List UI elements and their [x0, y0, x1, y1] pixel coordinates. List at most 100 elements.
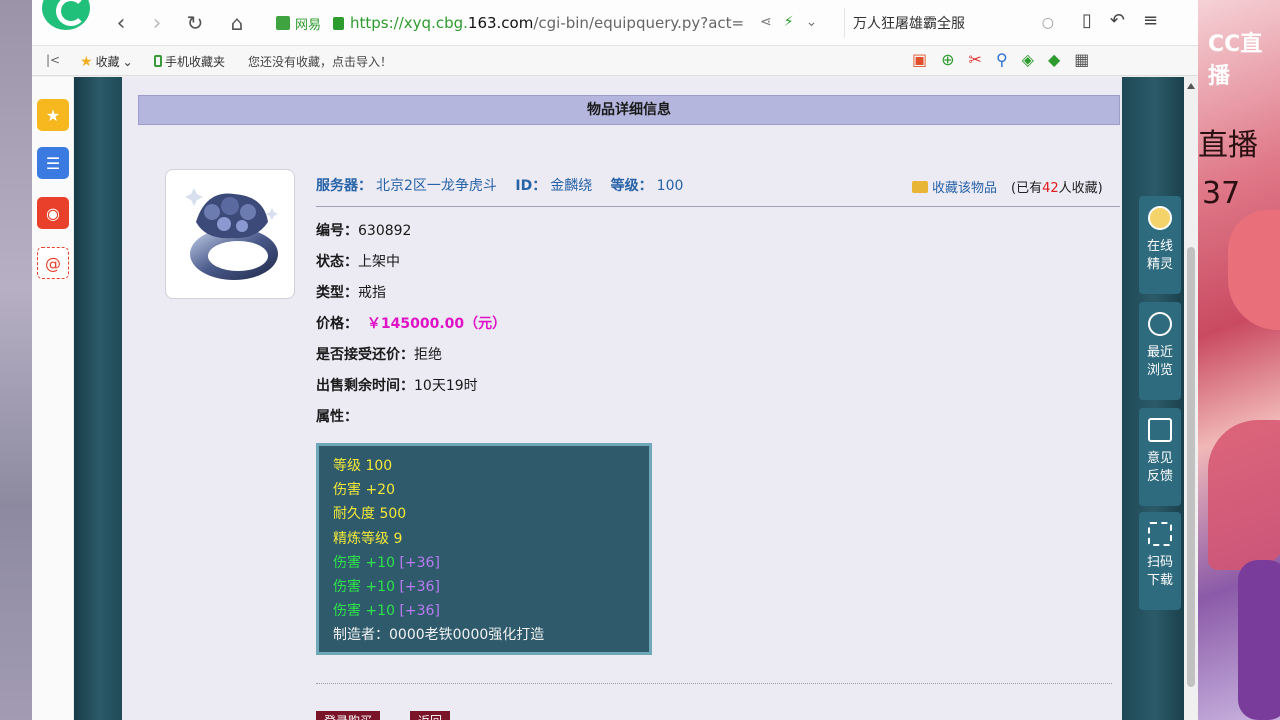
back-icon[interactable]: ‹ — [108, 10, 134, 36]
mail-icon[interactable]: @ — [37, 247, 69, 279]
favorite-item-area: 收藏该物品 (已有42人收藏) — [912, 177, 1103, 196]
feedback-label: 意见反馈 — [1146, 451, 1173, 484]
level-label: 等级： — [610, 178, 653, 194]
favorites-star-icon[interactable]: ★ — [37, 99, 69, 131]
attr-line: 伤害 +20 — [333, 482, 395, 499]
address-bar: ‹ › ↻ ⌂ 网易 https://xyq.cbg.163.com/cgi-b… — [32, 0, 1198, 46]
shield-icon[interactable]: ◆ — [1048, 50, 1060, 69]
id-value: 金麟绕 — [550, 178, 593, 194]
search-text: 万人狂屠雄霸全服 — [853, 16, 965, 32]
divider — [316, 206, 1120, 207]
undo-icon[interactable]: ↶ — [1110, 10, 1125, 31]
calendar-icon[interactable]: ▣ — [912, 50, 927, 69]
gamepad-icon[interactable]: ◈ — [1022, 50, 1034, 69]
server-label: 服务器： — [316, 178, 372, 194]
refresh-icon[interactable]: ↻ — [182, 10, 208, 36]
news-icon[interactable]: ☰ — [37, 147, 69, 179]
collapse-sidebar-icon[interactable]: |< — [46, 53, 60, 67]
favorites-button[interactable]: ★ 收藏 ⌄ — [80, 53, 133, 70]
server-info: 服务器： 北京2区一龙争虎斗 ID： 金麟绕 等级： 100 — [316, 175, 687, 195]
recent-browse-button[interactable]: 最近浏览 — [1139, 302, 1181, 400]
info-row-number: 编号：630892 — [316, 223, 412, 239]
add-extension-icon[interactable]: ⊕ — [941, 50, 954, 69]
info-row-type: 类型：戒指 — [316, 285, 386, 301]
live-brand: CC直播 — [1208, 32, 1263, 89]
scan-download-label: 扫码下载 — [1146, 555, 1173, 588]
info-row-bargain: 是否接受还价：拒绝 — [316, 347, 442, 363]
import-hint-link[interactable]: 您还没有收藏，点击导入！ — [248, 53, 392, 70]
browser-window: ‹ › ↻ ⌂ 网易 https://xyq.cbg.163.com/cgi-b… — [32, 0, 1198, 720]
stream-overlay-art: CC直播 直播 37 — [1198, 0, 1280, 720]
browser-logo-icon[interactable] — [42, 0, 90, 30]
scan-icon — [1148, 522, 1172, 546]
site-name: 网易 — [295, 17, 322, 33]
star-icon: ★ — [80, 53, 93, 70]
apps-icon[interactable]: ▦ — [1074, 50, 1089, 69]
magnifier-icon[interactable]: ⚲ — [996, 50, 1008, 69]
overlay-shape — [1208, 420, 1280, 570]
info-row-attributes: 属性： — [316, 409, 358, 425]
weibo-icon[interactable]: ◉ — [37, 197, 69, 229]
folder-icon — [912, 180, 928, 193]
toolbar-extensions: ▣ ⊕ ✂ ⚲ ◈ ◆ ▦ — [912, 50, 1089, 69]
login-buy-button[interactable]: 登录购买 — [316, 711, 381, 720]
home-icon[interactable]: ⌂ — [224, 10, 250, 36]
menu-icon[interactable]: ≡ — [1143, 10, 1158, 31]
attr-line: 等级 100 — [333, 458, 393, 474]
edit-icon — [1148, 418, 1172, 442]
price-value: ￥145000.00（元） — [366, 316, 507, 332]
lightning-icon[interactable]: ⚡ — [784, 14, 794, 30]
avatar-icon — [1148, 206, 1172, 230]
attr-line-maker: 制造者：0000老铁0000强化打造 — [333, 627, 545, 644]
feedback-button[interactable]: 意见反馈 — [1139, 408, 1181, 506]
overlay-shape — [1228, 210, 1280, 330]
mobile-favorites-button[interactable]: 手机收藏夹 — [154, 53, 225, 70]
url-field[interactable]: 网易 https://xyq.cbg.163.com/cgi-bin/equip… — [276, 8, 824, 38]
reading-mode-icon[interactable]: ▯ — [1082, 10, 1092, 31]
attr-line: 伤害 +10 [+36] — [333, 603, 440, 620]
attributes-box: 等级 100 伤害 +20 耐久度 500 精炼等级 9 伤害 +10 [+36… — [316, 443, 652, 655]
scroll-up-icon[interactable] — [1187, 83, 1195, 89]
search-input[interactable]: 万人狂屠雄霸全服 ○ — [844, 8, 1064, 38]
scroll-thumb[interactable] — [1187, 247, 1195, 687]
scrollbar[interactable] — [1184, 77, 1198, 720]
share-icon[interactable]: ⋖ — [760, 14, 772, 30]
attr-line: 伤害 +10 [+36] — [333, 579, 440, 596]
phone-icon — [154, 55, 162, 67]
back-button[interactable]: 返回 — [410, 711, 451, 720]
overlay-shape — [1238, 560, 1280, 720]
info-row-status: 状态：上架中 — [316, 254, 400, 270]
favorite-item-link[interactable]: 收藏该物品 — [932, 177, 997, 196]
page-border-left — [74, 77, 124, 720]
ring-icon — [185, 188, 278, 280]
online-assistant-button[interactable]: 在线精灵 — [1139, 196, 1181, 294]
online-assistant-label: 在线精灵 — [1146, 239, 1173, 272]
search-icon[interactable]: ○ — [1042, 15, 1054, 31]
favorites-label: 收藏 — [95, 55, 120, 69]
scan-download-button[interactable]: 扫码下载 — [1139, 512, 1181, 610]
scissors-icon[interactable]: ✂ — [969, 50, 982, 69]
info-row-price: 价格： ￥145000.00（元） — [316, 316, 507, 332]
window-tools: ▯ ↶ ≡ — [1082, 10, 1158, 31]
server-value: 北京2区一龙争虎斗 — [376, 178, 497, 194]
background-left — [0, 0, 32, 720]
live-text: 直播 — [1198, 128, 1258, 163]
info-row-time-left: 出售剩余时间：10天19时 — [316, 378, 478, 394]
attr-line: 伤害 +10 [+36] — [333, 554, 440, 571]
item-detail-panel: 物品详细信息 服务器： 北京2区一龙争虎斗 ID： 金麟绕 等级： 100 收藏… — [122, 77, 1122, 720]
mobile-favorites-label: 手机收藏夹 — [165, 55, 226, 69]
lock-icon — [333, 16, 345, 30]
overlay-number: 37 — [1202, 176, 1241, 211]
chevron-down-icon: ⌄ — [122, 54, 133, 69]
item-image — [165, 169, 295, 299]
forward-icon[interactable]: › — [144, 10, 170, 36]
bookmark-bar: |< ★ 收藏 ⌄ 手机收藏夹 您还没有收藏，点击导入！ ▣ ⊕ ✂ ⚲ ◈ ◆ ▦ — [32, 46, 1198, 76]
chevron-down-icon[interactable]: ⌄ — [806, 14, 818, 30]
attr-line: 耐久度 500 — [333, 506, 407, 523]
recent-browse-label: 最近浏览 — [1146, 345, 1173, 378]
favorite-count: (已有42人收藏) — [1011, 181, 1103, 196]
id-label: ID： — [515, 178, 547, 194]
level-value: 100 — [656, 178, 684, 194]
url-text: https://xyq.cbg.163.com/cgi-bin/equipque… — [350, 14, 745, 32]
site-verified-icon — [276, 16, 290, 30]
